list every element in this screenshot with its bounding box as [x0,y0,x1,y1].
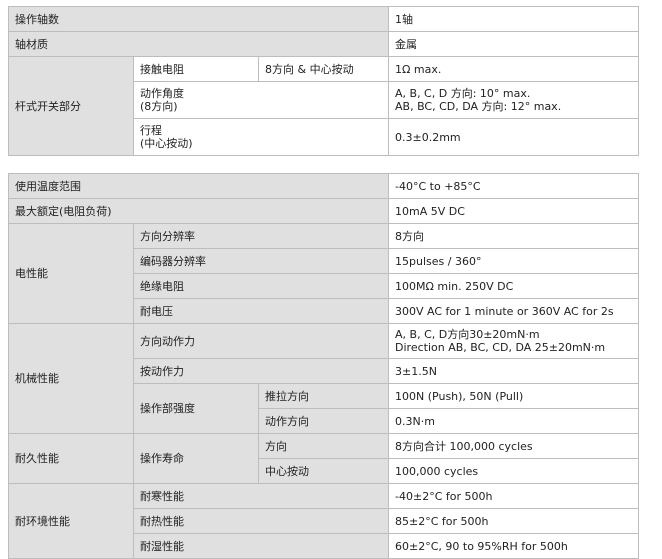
row-value: A, B, C, D方向30±20mN·m Direction AB, BC, … [388,323,640,359]
spec-table-1: 操作轴数 1轴 轴材质 金属 杆式开关部分 接触电阻 8方向 & 中心按动 1Ω… [8,6,639,156]
row-label: 操作寿命 [133,433,259,484]
table-row: 最大额定(电阻负荷) 10mA 5V DC [7,198,640,224]
table-row: 操作轴数 1轴 [8,6,639,32]
row-value: 10mA 5V DC [388,198,640,224]
label-line: 动作角度 [140,87,184,100]
row-value: 100MΩ min. 250V DC [388,273,640,299]
row-label: 动作角度 (8方向) [133,81,389,119]
table-row: 使用温度范围 -40°C to +85°C [7,173,640,199]
row-label: 耐热性能 [132,508,390,534]
row-label: 使用温度范围 [7,173,390,199]
row-sublabel: 动作方向 [257,408,390,434]
table-row: 电性能 方向分辨率 8方向 [8,223,640,324]
value-line: AB, BC, CD, DA 方向: 12° max. [395,100,562,113]
row-value: 100,000 cycles [388,458,640,484]
row-value: 60±2°C, 90 to 95%RH for 500h [388,533,640,559]
value-line: A, B, C, D 方向: 10° max. [395,87,531,100]
row-value: 15pulses / 360° [388,248,640,274]
row-label: 行程 (中心按动) [133,118,389,156]
row-label: 操作轴数 [8,6,389,32]
row-label: 操作部强度 [133,383,259,434]
row-value: 100N (Push), 50N (Pull) [388,383,640,409]
row-label: 方向分辨率 [132,223,390,249]
row-value: 8方向合计 100,000 cycles [388,433,640,459]
row-label: 轴材质 [8,31,389,57]
spec-table-2: 使用温度范围 -40°C to +85°C 最大额定(电阻负荷) 10mA 5V… [7,173,640,559]
label-line: (8方向) [140,100,178,113]
row-label: 耐寒性能 [132,483,390,509]
row-sublabel: 推拉方向 [257,383,390,409]
row-value: 8方向 [388,223,640,249]
table-row: 轴材质 金属 [8,31,639,57]
row-value: A, B, C, D 方向: 10° max. AB, BC, CD, DA 方… [388,81,639,119]
row-value: 0.3N·m [388,408,640,434]
value-line: Direction AB, BC, CD, DA 25±20mN·m [395,341,606,354]
group-label: 杆式开关部分 [8,56,134,156]
group-label: 耐环境性能 [8,483,134,559]
row-label: 耐湿性能 [132,533,390,559]
group-label: 耐久性能 [8,433,134,484]
label-line: 行程 [140,124,162,137]
group-label: 电性能 [8,223,134,324]
row-sublabel: 8方向 & 中心按动 [258,56,389,82]
table-row: 耐久性能 操作寿命 方向 8方向合计 100,000 cycles [8,433,640,484]
row-value: -40±2°C for 500h [388,483,640,509]
table-row: 杆式开关部分 接触电阻 8方向 & 中心按动 1Ω max. [8,56,639,156]
row-label: 方向动作力 [132,323,390,359]
group-label: 机械性能 [8,323,134,434]
row-value: 85±2°C for 500h [388,508,640,534]
table-row: 机械性能 方向动作力 A, B, C, D方向30±20mN·m Directi… [8,323,640,434]
row-value: -40°C to +85°C [388,173,640,199]
row-value: 1轴 [388,6,639,32]
row-label: 最大额定(电阻负荷) [7,198,390,224]
row-value: 金属 [388,31,639,57]
row-sublabel: 中心按动 [257,458,390,484]
row-label: 编码器分辨率 [132,248,390,274]
row-label: 耐电压 [132,298,390,324]
label-line: (中心按动) [140,137,193,150]
row-label: 绝缘电阻 [132,273,390,299]
row-label: 按动作力 [132,358,390,384]
row-value: 300V AC for 1 minute or 360V AC for 2s [388,298,640,324]
table-row: 耐环境性能 耐寒性能 -40±2°C for 500h [8,483,640,559]
row-label: 接触电阻 [133,56,259,82]
row-value: 0.3±0.2mm [388,118,639,156]
value-line: A, B, C, D方向30±20mN·m [395,328,540,341]
row-sublabel: 方向 [257,433,390,459]
row-value: 3±1.5N [388,358,640,384]
row-value: 1Ω max. [388,56,639,82]
